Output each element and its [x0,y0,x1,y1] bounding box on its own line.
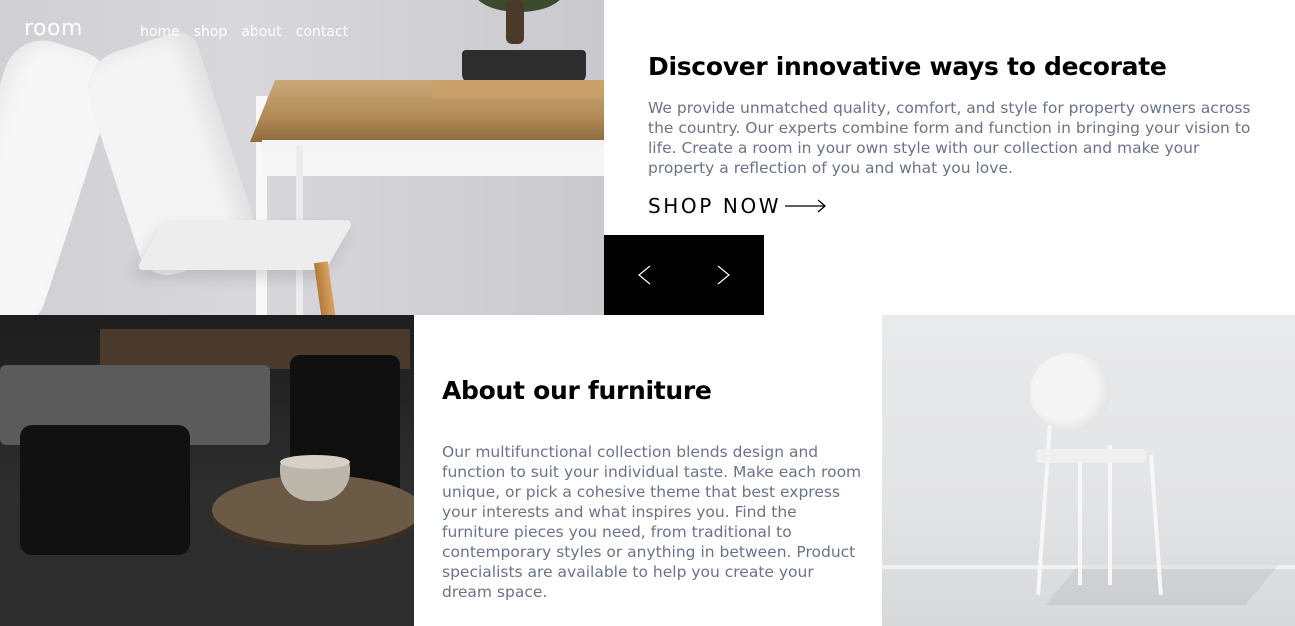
shop-now-label: SHOP NOW [648,194,782,218]
bonsai-tray-shape [432,80,604,98]
table-apron-shape [262,146,604,176]
bowl-rim-shape [280,455,350,469]
chair-leg-shape [313,261,337,315]
about-description: Our multifunctional collection blends de… [442,443,862,601]
slider-prev-button[interactable] [604,235,684,315]
shop-now-button[interactable]: SHOP NOW [648,194,827,218]
about-title: About our furniture [442,376,712,405]
slider-next-button[interactable] [684,235,764,315]
nav-link-contact[interactable]: contact [296,24,348,40]
chair-seat-shape [1036,449,1146,463]
chevron-left-icon [638,265,651,285]
main-nav: home shop about contact [140,24,348,40]
arrow-right-icon [785,199,827,213]
armchair-shape [20,425,190,555]
nav-link-about[interactable]: about [241,24,281,40]
nav-link-shop[interactable]: shop [194,24,228,40]
hero-title: Discover innovative ways to decorate [648,52,1167,81]
chevron-right-icon [717,265,730,285]
nav-link-home[interactable]: home [140,24,180,40]
hero-description: We provide unmatched quality, comfort, a… [648,99,1251,177]
white-chair-image [882,315,1295,626]
dark-furniture-image [0,315,414,626]
chair-back-shape [1030,353,1110,431]
site-header: room home shop about contact [0,0,604,60]
chair-leg-shape [1108,445,1112,585]
chair-leg-shape [1078,455,1082,585]
slider-controls [604,235,764,315]
site-logo[interactable]: room [24,16,83,41]
